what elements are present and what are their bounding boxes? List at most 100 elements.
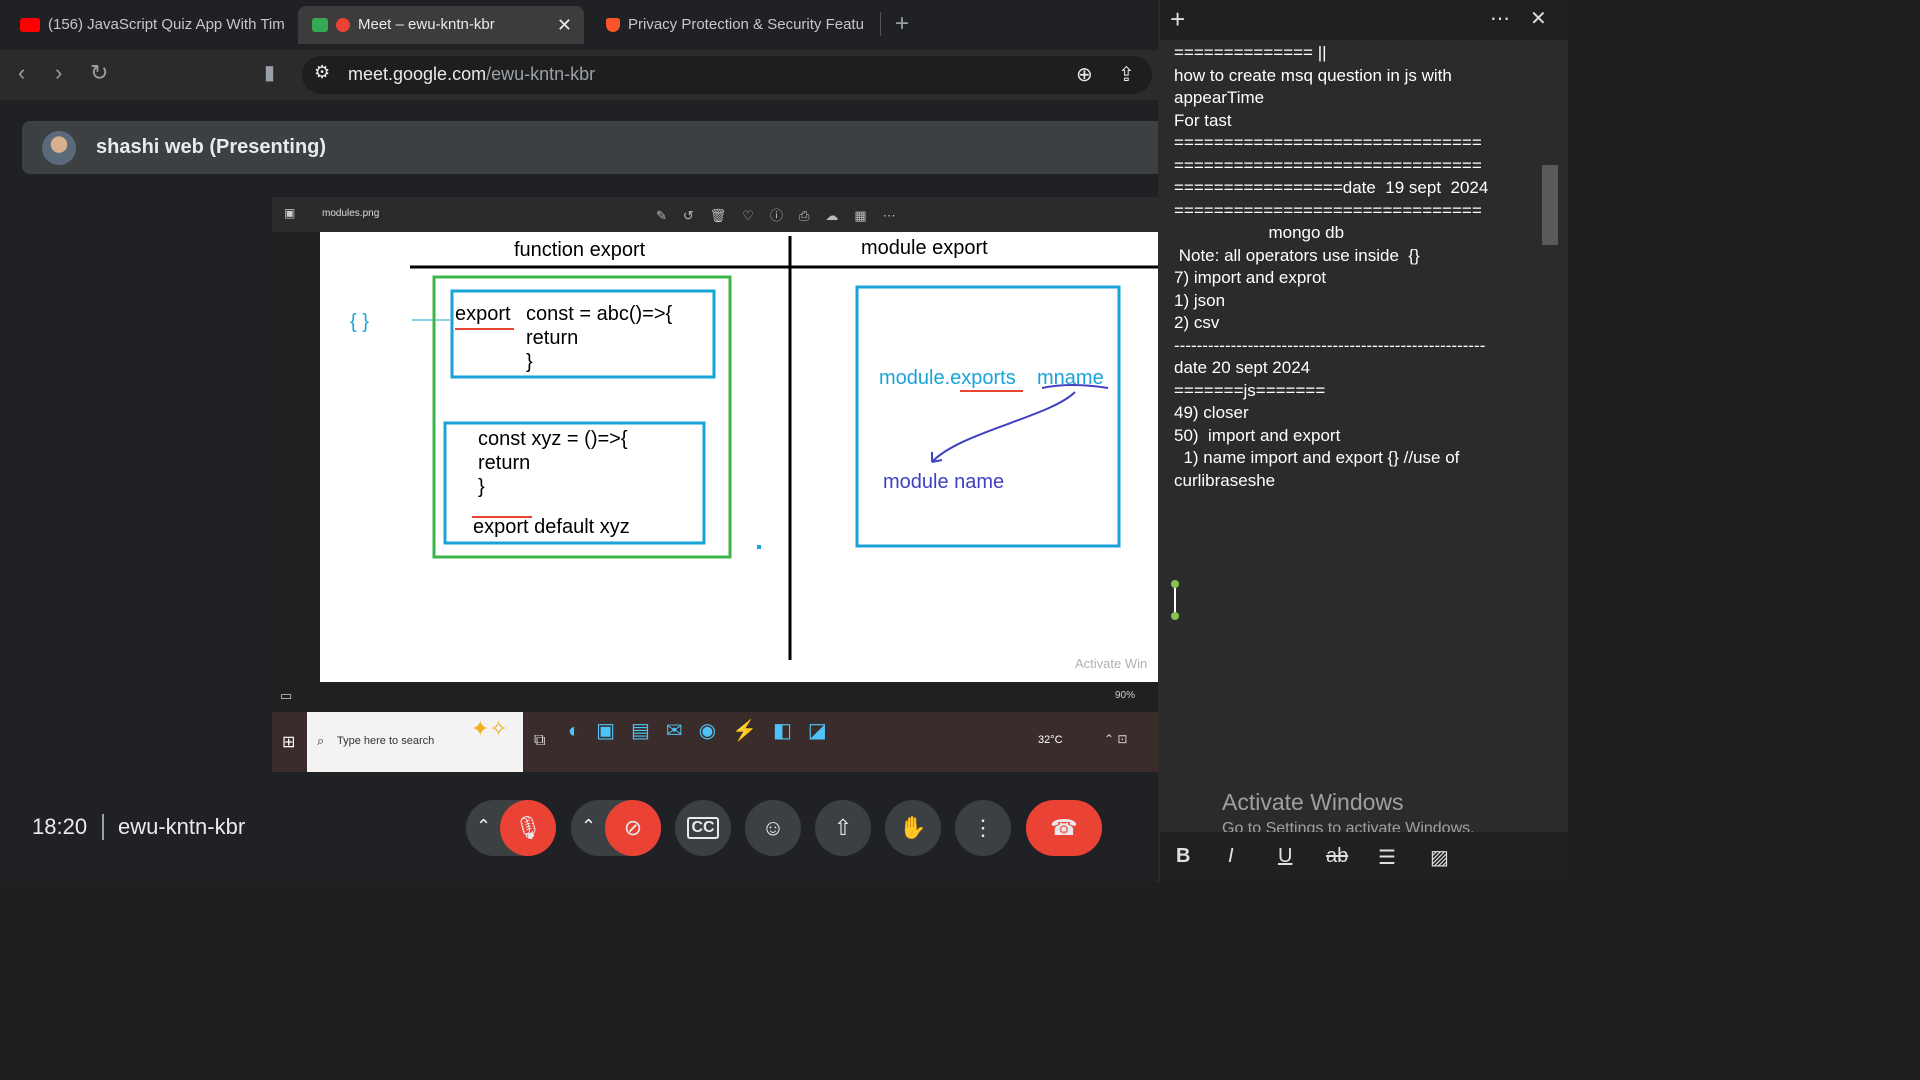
image-viewer-toolbar: ▣ modules.png ✎↺🗑♡ⓘ⎙☁▦⋯: [272, 197, 1158, 232]
site-settings-icon[interactable]: ⚙: [314, 62, 330, 83]
braces-label: { }: [350, 311, 369, 333]
avatar: [42, 131, 76, 165]
note-line: For tast: [1174, 110, 1232, 130]
tab-youtube[interactable]: (156) JavaScript Quiz App With Tim: [6, 6, 294, 44]
insert-image-icon[interactable]: ▨: [1430, 845, 1449, 870]
reload-icon[interactable]: ↻: [90, 60, 108, 86]
new-tab-icon[interactable]: +: [895, 10, 909, 38]
mic-off-icon: 🎙: [514, 815, 542, 840]
strikethrough-icon[interactable]: ab: [1326, 845, 1348, 868]
filmstrip-icon[interactable]: ▭: [280, 688, 292, 704]
taskbar-search-box[interactable]: ⌕ Type here to search ✦✧: [307, 712, 523, 772]
module-exports-label: module.exports: [879, 367, 1016, 389]
notes-scroll-thumb[interactable]: [1542, 165, 1558, 245]
box1-line3: }: [526, 351, 533, 373]
reactions-button[interactable]: ☺: [745, 800, 801, 856]
meeting-code: ewu-kntn-kbr: [118, 814, 246, 839]
url-host: meet.google.com: [348, 64, 487, 84]
mic-muted-button[interactable]: 🎙: [500, 800, 556, 856]
bookmark-icon[interactable]: ▮: [264, 60, 275, 85]
back-icon[interactable]: ‹: [18, 60, 25, 86]
note-line: ===============================: [1174, 133, 1482, 152]
viewer-status-bar: ▭ 90%: [272, 682, 1158, 712]
italic-icon[interactable]: I: [1228, 845, 1234, 868]
camera-off-button[interactable]: ⊘: [605, 800, 661, 856]
zoom-level: 90%: [1115, 690, 1136, 701]
recording-icon: [336, 18, 350, 33]
tab-meet[interactable]: Meet – ewu-kntn-kbr ✕: [298, 6, 584, 44]
tab-brave[interactable]: Privacy Protection & Security Featu: [592, 6, 874, 44]
bold-icon[interactable]: B: [1176, 845, 1190, 868]
export-keyword: export: [455, 303, 511, 325]
note-line: ===============================: [1174, 200, 1482, 220]
meet-icon: [312, 18, 328, 33]
time-separator: [102, 814, 104, 840]
underline-icon[interactable]: U: [1278, 845, 1292, 868]
note-line: 50) import and export: [1174, 425, 1341, 445]
tray-icons[interactable]: ⌃ ⊡: [1104, 732, 1127, 746]
box1-line1: const = abc()=>{: [526, 303, 673, 325]
more-options-button[interactable]: ⋮: [955, 800, 1011, 856]
more-vert-icon: ⋮: [972, 815, 994, 840]
viewer-tool-icons: ✎↺🗑♡ⓘ⎙☁▦⋯: [656, 208, 912, 223]
camera-off-icon: ⊘: [623, 815, 643, 840]
note-text[interactable]: ============== || how to create msq ques…: [1174, 42, 1540, 832]
taskbar-apps-icons[interactable]: ◐▣▤✉◉⚡◧◪: [568, 718, 843, 743]
search-placeholder: Type here to search: [337, 735, 435, 747]
url-path: /ewu-kntn-kbr: [486, 64, 596, 84]
video-options-chevron-icon[interactable]: ⌃: [581, 816, 596, 837]
note-line: =================date 19 sept 2024: [1174, 178, 1489, 197]
address-bar[interactable]: ⚙ meet.google.com/ewu-kntn-kbr ⊕ ⇪: [302, 56, 1152, 94]
url-text: meet.google.com/ewu-kntn-kbr: [348, 64, 595, 85]
tab-divider: [880, 12, 881, 36]
box2-export: export default xyz: [473, 516, 630, 538]
notes-header: + ⋯ ✕: [1160, 0, 1568, 40]
audio-options-chevron-icon[interactable]: ⌃: [476, 816, 491, 837]
raise-hand-button[interactable]: ✋: [885, 800, 941, 856]
text-cursor-icon: [1170, 580, 1180, 620]
weather-temp: 32°C: [1038, 734, 1063, 746]
notes-scrollbar[interactable]: [1540, 40, 1560, 830]
present-screen-icon: ⇧: [833, 815, 853, 840]
close-tab-icon[interactable]: ✕: [557, 6, 572, 44]
right-header: module export: [861, 237, 988, 259]
tab-youtube-label: (156) JavaScript Quiz App With Tim: [48, 16, 285, 33]
captions-icon: CC: [687, 817, 719, 839]
forward-icon[interactable]: ›: [55, 60, 62, 86]
left-header: function export: [514, 239, 646, 261]
module-name-label: module name: [883, 471, 1004, 493]
note-line: 7) import and exprot: [1174, 268, 1327, 287]
captions-button[interactable]: CC: [675, 800, 731, 856]
hand-icon: ✋: [899, 815, 927, 840]
close-note-icon[interactable]: ✕: [1530, 6, 1547, 31]
emoji-icon: ☺: [761, 815, 785, 840]
bullet-list-icon[interactable]: ☰: [1378, 845, 1396, 870]
search-icon: ⌕: [317, 733, 325, 748]
note-line: mongo db: [1174, 223, 1345, 242]
task-view-icon[interactable]: ⧉: [534, 732, 545, 750]
note-line: how to create msq question in js with: [1174, 65, 1452, 85]
note-line: ===============================: [1174, 155, 1482, 175]
module-box: [855, 285, 1121, 548]
note-line: 1) name import and export {} //use of: [1174, 448, 1460, 467]
box2-line1: const xyz = ()=>{: [478, 428, 628, 450]
windows-start-icon[interactable]: ⊞: [282, 732, 295, 752]
sparkle-icon: ✦✧: [471, 716, 508, 741]
presenter-name: shashi web (Presenting): [96, 136, 327, 158]
note-line: =======js=======: [1174, 380, 1326, 400]
note-line: curlibraseshe: [1174, 470, 1276, 490]
tab-brave-label: Privacy Protection & Security Featu: [628, 16, 864, 33]
leave-call-button[interactable]: ☎: [1026, 800, 1102, 856]
box2-line2: return: [478, 452, 530, 474]
note-line: appearTime: [1174, 88, 1265, 107]
note-line: Note: all operators use inside {}: [1174, 245, 1420, 265]
brave-icon: [606, 18, 620, 33]
menu-dots-icon[interactable]: ⋯: [1490, 6, 1510, 31]
note-line: 2) csv: [1174, 313, 1220, 332]
add-note-icon[interactable]: +: [1170, 4, 1185, 35]
share-icon[interactable]: ⇪: [1118, 62, 1135, 87]
meeting-time: 18:20: [32, 814, 88, 839]
arrow-line: [931, 391, 1076, 463]
present-button[interactable]: ⇧: [815, 800, 871, 856]
zoom-icon[interactable]: ⊕: [1076, 62, 1093, 87]
